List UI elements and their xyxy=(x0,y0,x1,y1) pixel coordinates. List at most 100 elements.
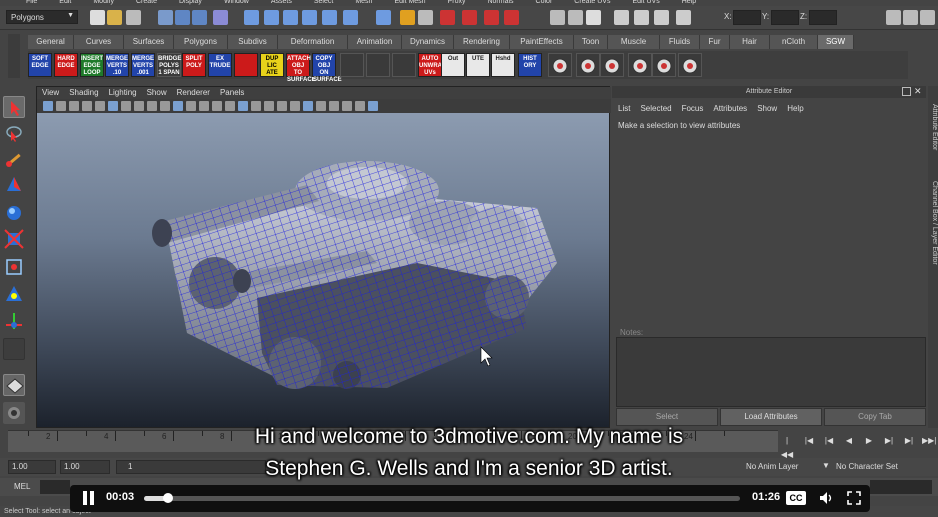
shelf-tab[interactable]: Surfaces xyxy=(124,35,174,49)
viewport-tool-icon[interactable] xyxy=(251,101,261,111)
viewport-tool-icon[interactable] xyxy=(329,101,339,111)
menu-item[interactable]: Help xyxy=(682,0,696,5)
menu-item[interactable]: Edit xyxy=(59,0,71,5)
attribute-menu-item[interactable]: List xyxy=(618,104,630,113)
viewport-menu-item[interactable]: View xyxy=(42,88,59,97)
lock-icon[interactable] xyxy=(213,10,228,25)
viewport-tool-icon[interactable] xyxy=(212,101,222,111)
shelf-icon-button[interactable] xyxy=(576,53,600,77)
shelf-button[interactable]: COPY OBJ ON SURFACE xyxy=(312,53,342,83)
save-scene-icon[interactable] xyxy=(126,10,141,25)
attribute-menu-item[interactable]: Focus xyxy=(682,104,704,113)
shelf-button[interactable]: Hshd xyxy=(491,53,515,77)
toggle-tool-settings-icon[interactable] xyxy=(903,10,918,25)
viewport-tool-icon[interactable] xyxy=(173,101,183,111)
move-tool-icon[interactable] xyxy=(3,174,25,196)
snap-curve-icon[interactable] xyxy=(264,10,279,25)
shelf-tab[interactable]: Polygons xyxy=(174,35,228,49)
shelf-icon-button[interactable] xyxy=(678,53,702,77)
menu-item[interactable]: Edit Mesh xyxy=(394,0,425,5)
side-tab-attribute-editor[interactable]: Attribute Editor xyxy=(928,92,938,162)
menu-item[interactable]: File xyxy=(26,0,37,5)
viewport-menu-item[interactable]: Show xyxy=(147,88,167,97)
pause-icon[interactable] xyxy=(82,491,96,506)
shelf-button[interactable]: MERGE VERTS .10 xyxy=(105,53,129,77)
viewport-tool-icon[interactable] xyxy=(186,101,196,111)
viewport-tool-icon[interactable] xyxy=(121,101,131,111)
viewport-tool-icon[interactable] xyxy=(238,101,248,111)
shelf-icon-button[interactable] xyxy=(548,53,572,77)
shelf-button[interactable]: AUTO UNWRAP UVs xyxy=(418,53,446,77)
viewport-tool-icon[interactable] xyxy=(316,101,326,111)
attribute-menu-item[interactable]: Attributes xyxy=(713,104,747,113)
closed-captions-button[interactable]: CC xyxy=(786,491,806,505)
single-view-layout-icon[interactable] xyxy=(3,374,25,396)
show-manipulator-icon[interactable] xyxy=(3,310,25,332)
viewport-tool-icon[interactable] xyxy=(95,101,105,111)
rotate-tool-icon[interactable] xyxy=(3,202,25,224)
menu-item[interactable]: Create UVs xyxy=(574,0,610,5)
last-tool-slot[interactable] xyxy=(3,338,25,360)
lasso-tool-icon[interactable] xyxy=(3,122,25,144)
shelf-button[interactable]: ATTACH OBJ TO SURFACE xyxy=(286,53,316,83)
outliner-icon[interactable] xyxy=(550,10,565,25)
viewport-tool-icon[interactable] xyxy=(56,101,66,111)
render-icon[interactable] xyxy=(400,10,415,25)
viewport-menu-item[interactable]: Shading xyxy=(69,88,98,97)
viewport-tool-icon[interactable] xyxy=(342,101,352,111)
viewport-tool-icon[interactable] xyxy=(225,101,235,111)
shelf-button[interactable]: HIST ORY xyxy=(518,53,542,77)
shelf-tab[interactable]: Curves xyxy=(74,35,124,49)
graph-editor-icon[interactable] xyxy=(568,10,583,25)
shelf-button[interactable] xyxy=(366,53,390,77)
soft-mod-icon[interactable] xyxy=(3,283,25,305)
menu-item[interactable]: Window xyxy=(224,0,249,5)
menu-item[interactable]: Color xyxy=(536,0,553,5)
viewport-tool-icon[interactable] xyxy=(277,101,287,111)
shelf-button[interactable]: EX TRUDE xyxy=(208,53,232,77)
shelf-button[interactable]: HARD EDGE xyxy=(54,53,78,77)
menu-item[interactable]: Assets xyxy=(271,0,292,5)
viewport-tool-icon[interactable] xyxy=(199,101,209,111)
menu-item[interactable]: Proxy xyxy=(448,0,466,5)
viewport-tool-icon[interactable] xyxy=(134,101,144,111)
viewport-menu-item[interactable]: Lighting xyxy=(109,88,137,97)
toggle-channel-box-icon[interactable] xyxy=(920,10,935,25)
viewport-tool-icon[interactable] xyxy=(368,101,378,111)
snap-plane-icon[interactable] xyxy=(302,10,317,25)
render-view-icon[interactable] xyxy=(418,10,433,25)
shelf-tab[interactable]: Hair xyxy=(730,35,770,49)
float-icon[interactable] xyxy=(902,87,911,96)
menu-item[interactable]: Display xyxy=(179,0,202,5)
close-icon[interactable]: ✕ xyxy=(914,86,922,97)
shelf-button[interactable]: Out xyxy=(441,53,465,77)
shelf-button[interactable] xyxy=(340,53,364,77)
magnet-icon[interactable] xyxy=(504,10,519,25)
viewport-tool-icon[interactable] xyxy=(303,101,313,111)
x-field[interactable] xyxy=(733,10,761,25)
shelf-tab[interactable]: Fluids xyxy=(660,35,700,49)
fullscreen-icon[interactable] xyxy=(846,490,862,506)
shelf-tab[interactable]: Dynamics xyxy=(402,35,454,49)
open-scene-icon[interactable] xyxy=(107,10,122,25)
shelf-button[interactable]: SOFT EDGE xyxy=(28,53,52,77)
snap-point-icon[interactable] xyxy=(283,10,298,25)
viewport-menu-item[interactable]: Panels xyxy=(220,88,244,97)
snap-grid-icon[interactable] xyxy=(244,10,259,25)
shelf-button[interactable]: UTE xyxy=(466,53,490,77)
volume-icon[interactable] xyxy=(818,490,834,506)
history-icon[interactable] xyxy=(376,10,391,25)
select-hierarchy-icon[interactable] xyxy=(158,10,173,25)
viewport-tool-icon[interactable] xyxy=(160,101,170,111)
select-component-icon[interactable] xyxy=(192,10,207,25)
attribute-menu-item[interactable]: Selected xyxy=(640,104,671,113)
input-ops-icon[interactable] xyxy=(343,10,358,25)
notes-field[interactable] xyxy=(616,337,926,407)
render-settings-icon[interactable] xyxy=(462,10,477,25)
attribute-menu-item[interactable]: Show xyxy=(757,104,777,113)
seek-bar[interactable] xyxy=(144,493,740,503)
shelf-tab[interactable]: Rendering xyxy=(454,35,510,49)
viewport-tool-icon[interactable] xyxy=(108,101,118,111)
shelf-button[interactable]: DUP LIC ATE xyxy=(260,53,284,77)
y-field[interactable] xyxy=(771,10,799,25)
